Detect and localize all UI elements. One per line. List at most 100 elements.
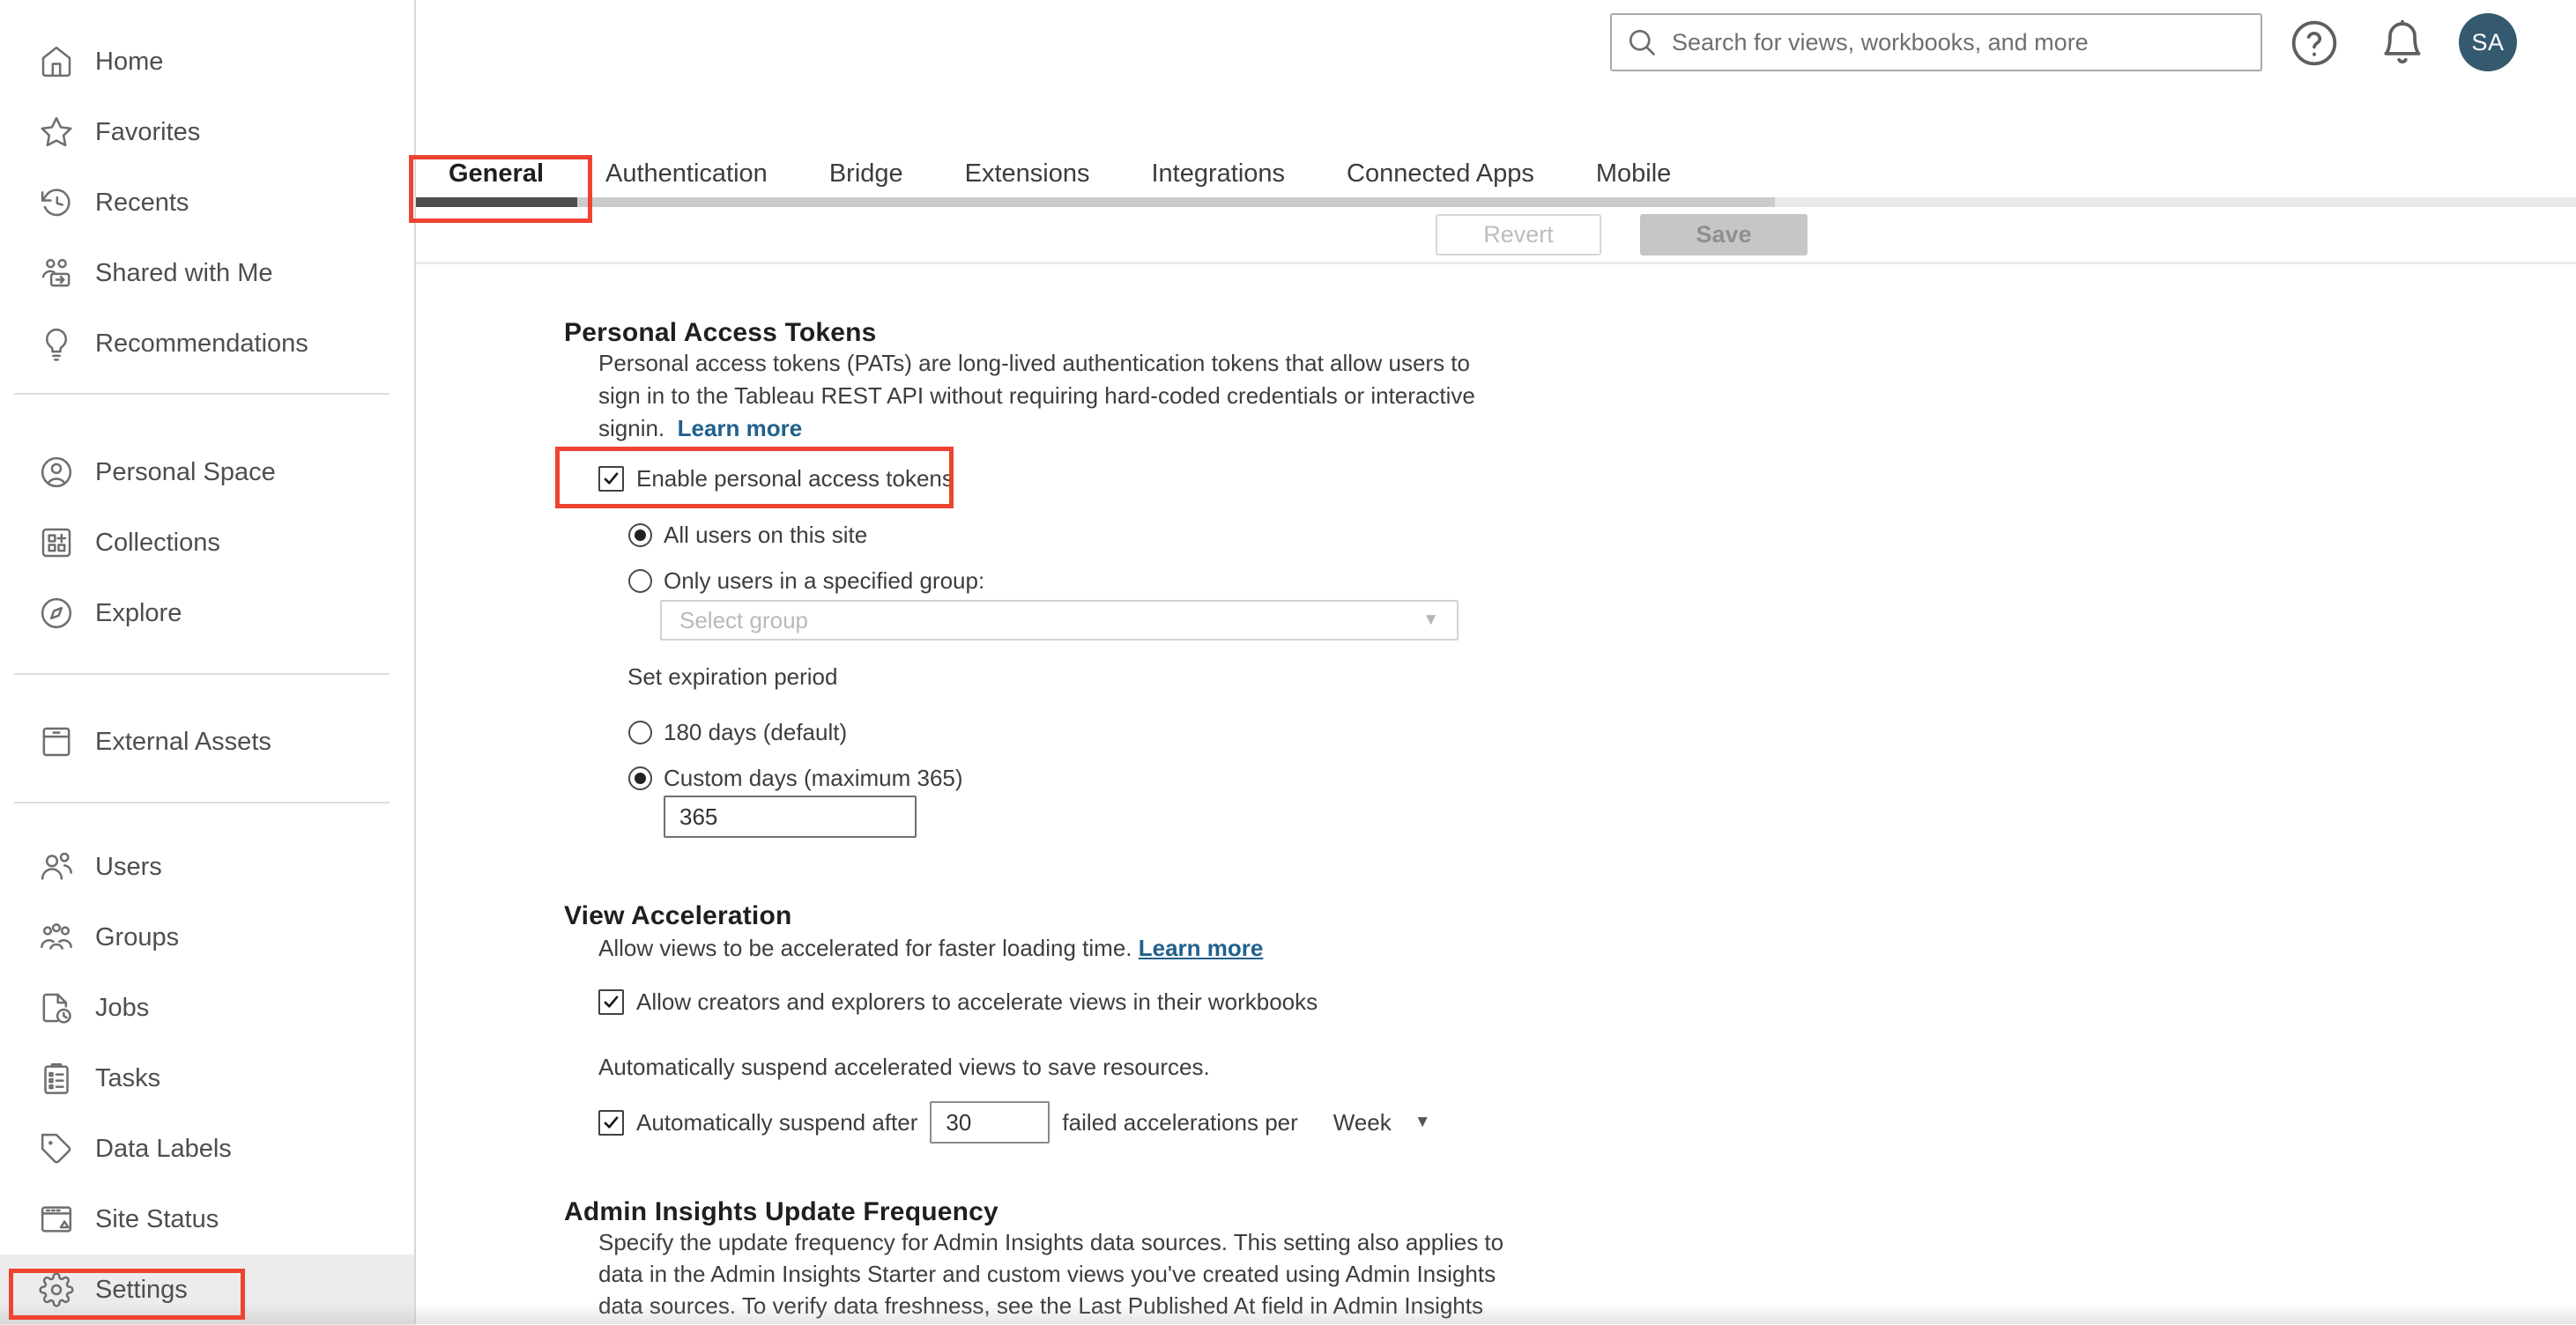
sidebar-item-recommendations[interactable]: Recommendations <box>0 308 414 379</box>
select-group-placeholder: Select group <box>679 606 808 633</box>
sidebar-item-label: Jobs <box>95 993 150 1022</box>
sidebar-item-collections[interactable]: Collections <box>0 507 414 578</box>
auto-suspend-row: Automatically suspend after failed accel… <box>598 1101 1431 1144</box>
sidebar-divider <box>14 802 390 803</box>
sidebar-item-label: Settings <box>95 1275 188 1304</box>
auto-suspend-suffix-label: failed accelerations per <box>1062 1108 1298 1136</box>
allow-acceleration-label[interactable]: Allow creators and explorers to accelera… <box>636 988 1318 1016</box>
check-icon <box>604 996 619 1008</box>
sidebar-item-label: Groups <box>95 922 180 951</box>
sidebar-item-external-assets[interactable]: External Assets <box>0 707 414 777</box>
tab-extensions[interactable]: Extensions <box>965 159 1090 189</box>
history-clock-icon <box>37 183 76 222</box>
sidebar-item-personal-space[interactable]: Personal Space <box>0 437 414 507</box>
sidebar-item-label: External Assets <box>95 727 271 756</box>
caret-down-icon: ▼ <box>1422 611 1439 629</box>
tab-bridge[interactable]: Bridge <box>829 159 903 189</box>
check-icon <box>604 472 619 485</box>
tab-general[interactable]: General <box>449 159 544 189</box>
period-dropdown[interactable]: Week ▼ <box>1333 1109 1431 1136</box>
period-value: Week <box>1333 1108 1392 1136</box>
default-days-label[interactable]: 180 days (default) <box>664 719 847 746</box>
pat-description: Personal access tokens (PATs) are long-l… <box>598 350 1475 441</box>
personal-space-icon <box>37 453 76 492</box>
notifications-button[interactable] <box>2378 17 2427 70</box>
toolbar-divider <box>416 262 2576 264</box>
sidebar-item-jobs[interactable]: Jobs <box>0 973 414 1043</box>
tab-mobile[interactable]: Mobile <box>1596 159 1671 189</box>
expiration-period-label: Set expiration period <box>627 663 838 690</box>
sidebar-item-label: Recents <box>95 188 189 217</box>
sidebar-item-site-status[interactable]: Site Status <box>0 1184 414 1255</box>
sidebar-item-home[interactable]: Home <box>0 26 414 97</box>
sidebar: Home Favorites Recents Shared with Me Re… <box>0 0 416 1325</box>
selected-tab-indicator <box>416 197 577 207</box>
bell-icon <box>2384 19 2421 63</box>
sidebar-item-settings[interactable]: Settings <box>0 1255 414 1325</box>
view-acceleration-description: Allow views to be accelerated for faster… <box>598 935 1264 961</box>
tab-integrations[interactable]: Integrations <box>1152 159 1286 189</box>
check-icon <box>604 1116 619 1129</box>
auto-suspend-prefix-label[interactable]: Automatically suspend after <box>636 1109 917 1136</box>
sidebar-item-groups[interactable]: Groups <box>0 902 414 973</box>
radio-row-custom-days: Custom days (maximum 365) <box>628 765 963 792</box>
sidebar-item-label: Personal Space <box>95 457 276 486</box>
home-icon <box>37 42 76 81</box>
site-status-icon <box>37 1200 76 1239</box>
sidebar-item-data-labels[interactable]: Data Labels <box>0 1114 414 1184</box>
sidebar-item-recents[interactable]: Recents <box>0 167 414 238</box>
custom-days-radio[interactable] <box>628 766 652 790</box>
revert-button[interactable]: Revert <box>1436 214 1601 255</box>
search-input[interactable] <box>1670 27 2246 57</box>
shared-with-me-icon <box>37 254 76 292</box>
gear-icon <box>37 1270 76 1309</box>
all-users-label[interactable]: All users on this site <box>664 522 867 549</box>
sidebar-item-explore[interactable]: Explore <box>0 578 414 648</box>
sidebar-item-label: Users <box>95 852 162 881</box>
search-icon <box>1629 29 1655 56</box>
sidebar-item-tasks[interactable]: Tasks <box>0 1043 414 1114</box>
sidebar-item-label: Data Labels <box>95 1134 232 1163</box>
sidebar-divider <box>14 673 390 675</box>
failed-accelerations-input[interactable] <box>930 1101 1050 1144</box>
radio-row-all-users: All users on this site <box>628 522 867 549</box>
enable-pat-label[interactable]: Enable personal access tokens <box>636 465 954 492</box>
sidebar-item-users[interactable]: Users <box>0 832 414 902</box>
tag-icon <box>37 1129 76 1168</box>
avatar[interactable]: SA <box>2459 13 2517 71</box>
pat-heading: Personal Access Tokens <box>564 317 877 347</box>
caret-down-icon: ▼ <box>1414 1113 1431 1131</box>
tab-authentication[interactable]: Authentication <box>605 159 768 189</box>
pat-learn-more-link[interactable]: Learn more <box>678 415 803 441</box>
tasks-icon <box>37 1059 76 1098</box>
auto-suspend-checkbox[interactable] <box>598 1109 624 1136</box>
help-icon <box>2291 20 2337 66</box>
external-assets-icon <box>37 722 76 761</box>
sidebar-item-label: Tasks <box>95 1063 161 1092</box>
custom-days-input[interactable] <box>664 796 917 838</box>
sidebar-item-label: Shared with Me <box>95 258 273 287</box>
radio-row-180-days: 180 days (default) <box>628 719 847 746</box>
sidebar-item-label: Collections <box>95 528 220 557</box>
star-icon <box>37 113 76 152</box>
sidebar-item-favorites[interactable]: Favorites <box>0 97 414 167</box>
all-users-radio[interactable] <box>628 523 652 547</box>
help-button[interactable] <box>2290 19 2339 68</box>
allow-acceleration-checkbox[interactable] <box>598 989 624 1015</box>
specified-group-radio[interactable] <box>628 569 652 593</box>
compass-icon <box>37 594 76 633</box>
sidebar-divider <box>14 393 390 395</box>
select-group-dropdown[interactable]: Select group ▼ <box>660 600 1459 640</box>
global-search <box>1610 13 2262 71</box>
tab-connected-apps[interactable]: Connected Apps <box>1347 159 1534 189</box>
view-acceleration-heading: View Acceleration <box>564 900 792 930</box>
specified-group-label[interactable]: Only users in a specified group: <box>664 567 984 595</box>
default-days-radio[interactable] <box>628 721 652 744</box>
save-button[interactable]: Save <box>1640 214 1808 255</box>
admin-insights-description: Specify the update frequency for Admin I… <box>598 1229 1504 1319</box>
sidebar-item-shared-with-me[interactable]: Shared with Me <box>0 238 414 308</box>
enable-pat-checkbox[interactable] <box>598 466 624 492</box>
groups-icon <box>37 918 76 957</box>
view-acceleration-learn-more-link[interactable]: Learn more <box>1139 935 1264 961</box>
custom-days-label[interactable]: Custom days (maximum 365) <box>664 765 963 792</box>
